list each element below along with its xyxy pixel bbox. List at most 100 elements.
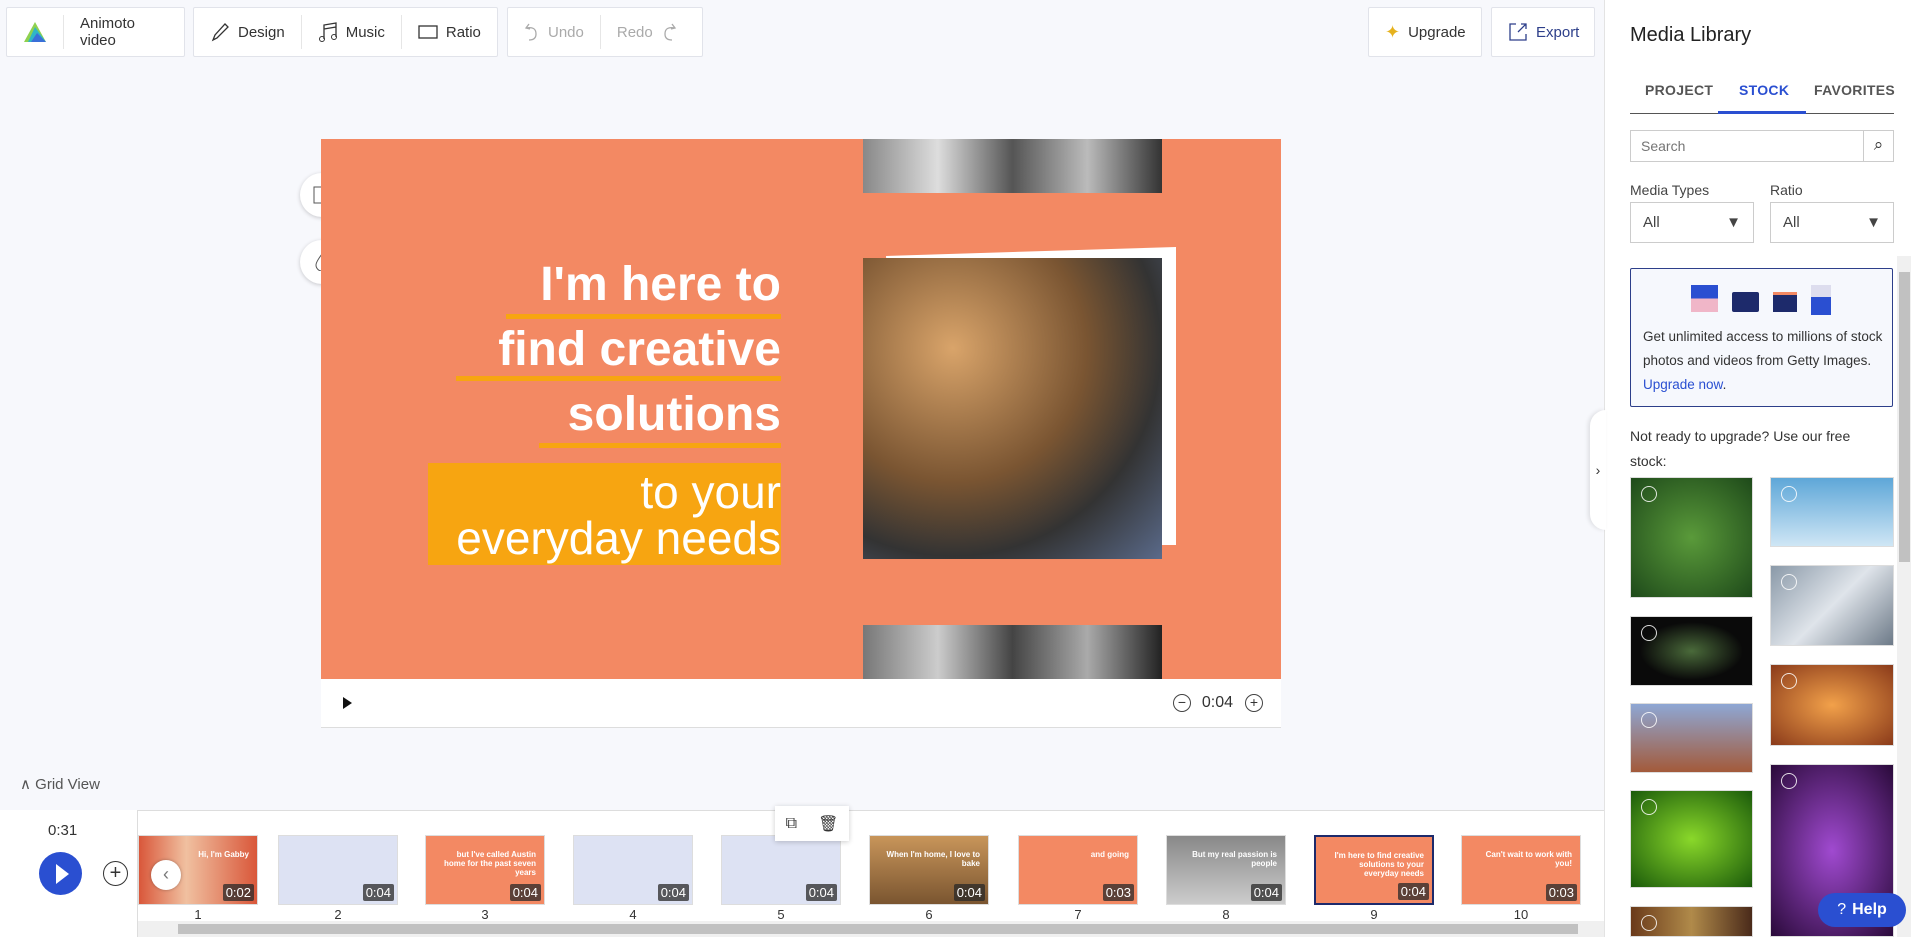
ratio-label: Ratio — [445, 23, 481, 41]
undo-button[interactable]: Undo — [508, 15, 600, 49]
grid-view-toggle[interactable]: ∧ Grid View — [20, 775, 100, 793]
tab-favorites[interactable]: FAVORITES — [1814, 82, 1895, 98]
help-label: Help — [1852, 901, 1887, 918]
media-types-value: All — [1643, 214, 1660, 231]
duplicate-icon[interactable]: ⧉ — [786, 815, 797, 833]
help-button[interactable]: ? Help — [1818, 893, 1906, 927]
music-button[interactable]: Music — [300, 15, 401, 49]
tab-stock[interactable]: STOCK — [1739, 82, 1789, 98]
slide-actions: ⧉ 🗑 — [775, 806, 849, 841]
promo-icons — [1691, 285, 1831, 315]
search-input[interactable] — [1631, 131, 1856, 161]
slide-caption: When I'm home, I love to bake — [886, 850, 980, 868]
play-all-button[interactable] — [39, 852, 82, 895]
slide-number: 3 — [481, 907, 489, 922]
decrease-duration-button[interactable]: − — [1173, 694, 1191, 712]
slide-caption: I'm here to find creative solutions to y… — [1334, 851, 1424, 878]
search-icon[interactable]: ⌕ — [1863, 131, 1893, 161]
slide-number: 1 — [194, 907, 202, 922]
animoto-logo[interactable] — [7, 15, 63, 49]
active-tab-indicator — [1718, 111, 1806, 114]
upgrade-button[interactable]: ✦ Upgrade — [1368, 7, 1482, 57]
stock-thumb[interactable] — [1630, 477, 1753, 598]
slide-duration: 0:04 — [509, 884, 541, 901]
logo-icon — [24, 22, 46, 42]
timeline-slide[interactable]: 0:04 — [278, 835, 398, 905]
stock-thumb[interactable] — [1630, 616, 1753, 686]
timeline-slide[interactable]: and going 0:03 — [1018, 835, 1138, 905]
ratio-select[interactable]: All ▼ — [1770, 202, 1894, 243]
slide-caption: but I've called Austin home for the past… — [443, 850, 536, 877]
history-group: Undo Redo — [507, 7, 703, 57]
redo-button[interactable]: Redo — [599, 15, 693, 49]
tab-project[interactable]: PROJECT — [1645, 82, 1713, 98]
media-library-panel: Media Library PROJECT STOCK FAVORITES ⌕ … — [1604, 0, 1911, 937]
ratio-value: All — [1783, 214, 1800, 231]
photo-top — [863, 139, 1162, 193]
export-icon — [1509, 23, 1527, 41]
scroll-left-button[interactable]: ‹ — [151, 860, 181, 890]
play-icon[interactable] — [343, 697, 352, 709]
project-group: Animoto video — [6, 7, 185, 57]
stock-thumb[interactable] — [1770, 565, 1894, 646]
media-types-select[interactable]: All ▼ — [1630, 202, 1754, 243]
music-label: Music — [345, 23, 385, 41]
add-slide-button[interactable]: + — [103, 861, 128, 886]
play-icon — [1781, 673, 1797, 689]
slide-preview[interactable]: I'm here to find creative solutions to y… — [321, 139, 1281, 679]
play-icon — [1641, 625, 1657, 641]
slide-caption: Can't wait to work with you! — [1485, 850, 1572, 868]
slide-number: 6 — [925, 907, 933, 922]
upgrade-now-link[interactable]: Upgrade now — [1643, 377, 1723, 392]
camera-icon — [1732, 292, 1759, 312]
ratio-button[interactable]: Ratio — [400, 15, 497, 49]
slide-duration: 0:04 — [805, 884, 837, 901]
stock-thumb[interactable] — [1630, 790, 1753, 888]
timeline-scrollbar[interactable] — [138, 921, 1604, 937]
export-button[interactable]: Export — [1491, 7, 1595, 57]
stock-thumb[interactable] — [1770, 477, 1894, 547]
underline — [506, 314, 781, 319]
slide-number: 4 — [629, 907, 637, 922]
project-name[interactable]: Animoto video — [63, 15, 184, 49]
timeline-slide[interactable]: 0:04 — [573, 835, 693, 905]
stock-thumb[interactable] — [1630, 906, 1753, 937]
image-icon — [1691, 285, 1718, 312]
zoom-icon — [1641, 915, 1657, 931]
timeline-slide[interactable]: I'm here to find creative solutions to y… — [1314, 835, 1434, 905]
caret-down-icon: ▼ — [1866, 214, 1881, 231]
timeline-slide[interactable]: Can't wait to work with you! 0:03 — [1461, 835, 1581, 905]
zoom-icon — [1641, 486, 1657, 502]
zoom-icon — [1781, 574, 1797, 590]
underline — [539, 443, 781, 448]
promo-text: Get unlimited access to millions of stoc… — [1643, 325, 1883, 397]
panel-title: Media Library — [1630, 24, 1752, 46]
collapse-panel-button[interactable]: › — [1590, 410, 1606, 530]
promo-end: . — [1722, 377, 1727, 392]
timeline-slide[interactable]: 0:04 — [721, 835, 841, 905]
design-button[interactable]: Design — [194, 15, 301, 49]
slide-duration: 0:04 — [1250, 884, 1282, 901]
upgrade-label: Upgrade — [1408, 23, 1466, 41]
play-icon — [1641, 712, 1657, 728]
play-icon — [1641, 799, 1657, 815]
timeline-slide[interactable]: When I'm home, I love to bake 0:04 — [869, 835, 989, 905]
panel-scrollbar[interactable] — [1897, 256, 1911, 937]
stock-thumb[interactable] — [1770, 664, 1894, 746]
trash-icon[interactable]: 🗑 — [818, 814, 838, 834]
caret-down-icon: ▼ — [1726, 214, 1741, 231]
timeline-slide[interactable]: But my real passion is people 0:04 — [1166, 835, 1286, 905]
stock-thumb[interactable] — [1630, 703, 1753, 773]
scrollbar-thumb[interactable] — [178, 924, 1578, 934]
photo-team — [863, 258, 1162, 559]
scrollbar-thumb[interactable] — [1899, 272, 1910, 562]
slide-duration: 0:02 — [222, 884, 254, 901]
increase-duration-button[interactable]: + — [1245, 694, 1263, 712]
slide-number: 10 — [1513, 907, 1529, 922]
headline-line-3: solutions — [567, 388, 781, 441]
search-box: ⌕ — [1630, 130, 1894, 162]
timeline-slide[interactable]: but I've called Austin home for the past… — [425, 835, 545, 905]
edit-group: Design Music Ratio — [193, 7, 498, 57]
sparkle-icon: ✦ — [1385, 21, 1401, 42]
pencil-icon — [211, 23, 229, 42]
